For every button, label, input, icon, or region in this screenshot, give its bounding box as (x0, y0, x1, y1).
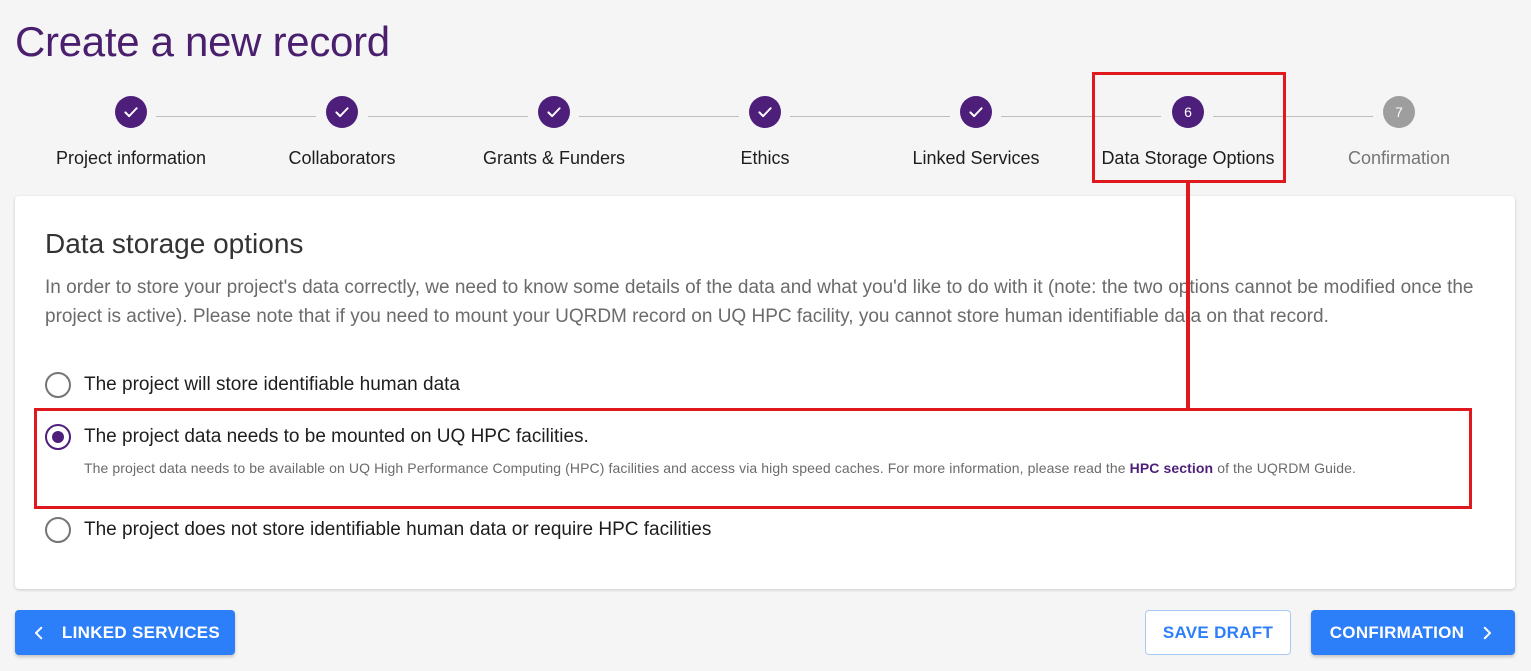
step-label: Linked Services (912, 148, 1040, 168)
step-label: Grants & Funders (482, 148, 626, 168)
highlight-box-step (1092, 72, 1286, 183)
step-number: 7 (1383, 96, 1415, 128)
step-label: Confirmation (1347, 148, 1451, 168)
step-confirmation[interactable]: 7 Confirmation (1269, 96, 1529, 169)
back-button-label: LINKED SERVICES (61, 622, 221, 642)
page-title: Create a new record (15, 18, 390, 65)
back-linked-services-button[interactable]: LINKED SERVICES (15, 610, 235, 655)
step-label: Project information (55, 148, 207, 168)
step-label: Ethics (740, 148, 790, 168)
app-root: Create a new record Project information … (0, 0, 1531, 671)
step-check-icon (749, 96, 781, 128)
highlight-connector-line (1186, 183, 1190, 410)
option-label: The project does not store identifiable … (84, 519, 712, 540)
step-check-icon (326, 96, 358, 128)
card-description: In order to store your project's data co… (45, 277, 1474, 327)
option-no-identifiable-data[interactable]: The project does not store identifiable … (45, 517, 711, 543)
step-check-icon (115, 96, 147, 128)
card-title: Data storage options (45, 228, 304, 259)
radio-button[interactable] (45, 517, 71, 543)
option-label: The project will store identifiable huma… (84, 374, 460, 395)
save-draft-label: SAVE DRAFT (1162, 622, 1274, 642)
radio-button[interactable] (45, 372, 71, 398)
next-button-label: CONFIRMATION (1329, 622, 1465, 642)
next-confirmation-button[interactable]: CONFIRMATION (1311, 610, 1515, 655)
stepper: Project information Collaborators Grants… (0, 96, 1531, 186)
highlight-box-option (34, 408, 1472, 509)
step-check-icon (538, 96, 570, 128)
chevron-right-icon (1484, 626, 1492, 639)
step-check-icon (960, 96, 992, 128)
data-storage-card: Data storage options In order to store y… (15, 196, 1515, 589)
chevron-left-icon (34, 626, 43, 639)
save-draft-button[interactable]: SAVE DRAFT (1145, 610, 1291, 655)
option-identifiable-human-data[interactable]: The project will store identifiable huma… (45, 372, 460, 398)
step-label: Collaborators (288, 148, 396, 168)
